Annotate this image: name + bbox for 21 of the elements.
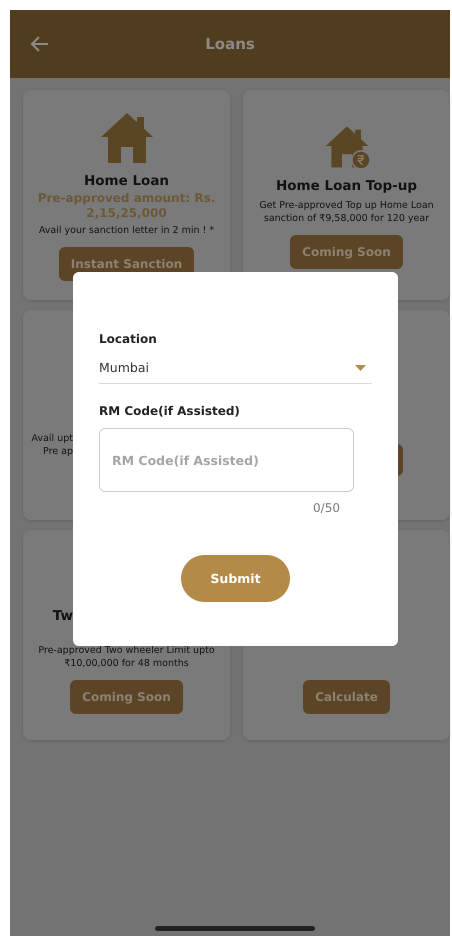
card-button[interactable]: Coming Soon: [290, 234, 403, 268]
back-icon[interactable]: [30, 34, 50, 54]
field-label: RM Code(if Assisted): [99, 404, 241, 418]
field-label: Location: [99, 332, 158, 346]
card-description: Avail upt: [30, 432, 73, 445]
input-field[interactable]: RM Code(if Assisted): [99, 428, 354, 492]
card-button[interactable]: Calculate: [303, 680, 390, 714]
card-description: Pre-approved Two wheeler Limit upto ₹10,00,000 for 48 months: [37, 644, 216, 670]
card-title: Tw: [52, 610, 73, 623]
card-description: Get Pre-approved Top up Home Loan sanction of ₹9,58,000 for 120 year: [258, 198, 435, 224]
preapproved-amount: Pre-approved amount: Rs. 2,15,25,000: [36, 191, 216, 221]
card-description: Avail your sanction letter in 2 min ! *: [38, 224, 216, 237]
page-title: Loans: [205, 35, 255, 53]
card-button[interactable]: Coming Soon: [70, 680, 183, 714]
location-dropdown[interactable]: Mumbai: [99, 360, 372, 384]
card-title: Home Loan Top-up: [276, 178, 418, 194]
card-description: Pre ap: [42, 445, 73, 458]
character-counter: 0/50: [312, 501, 340, 515]
caret-icon: [355, 364, 366, 370]
submit-button[interactable]: Submit: [181, 555, 290, 602]
card-title: Home Loan: [84, 173, 170, 189]
